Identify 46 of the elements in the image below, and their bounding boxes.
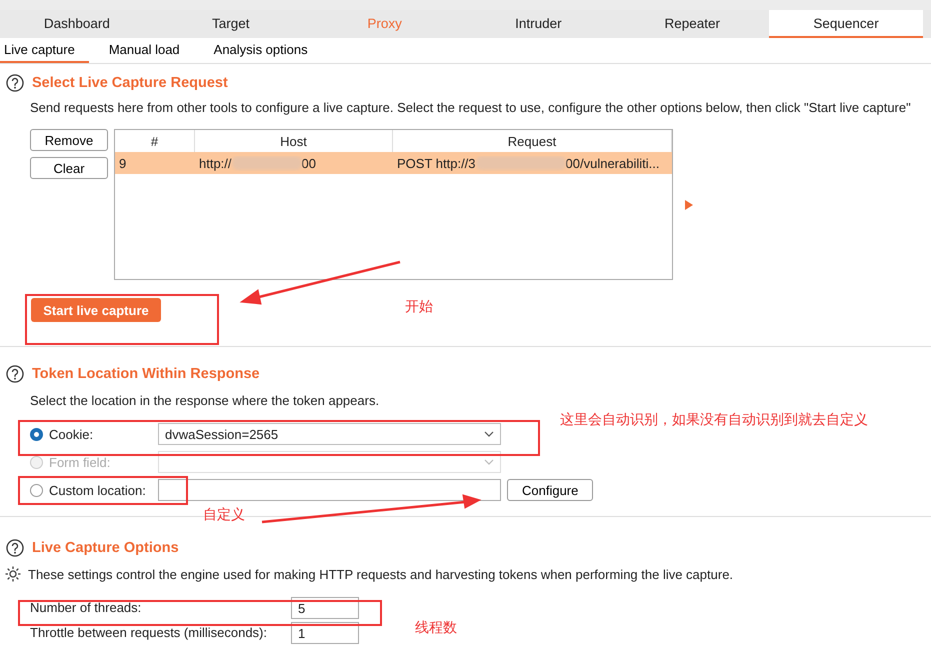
sub-tab[interactable]: Analysis options xyxy=(200,38,322,63)
main-tab[interactable]: Sequencer xyxy=(769,10,923,38)
main-tab[interactable]: Target xyxy=(154,10,308,38)
main-tab[interactable]: Repeater xyxy=(615,10,770,38)
main-tab[interactable]: Dashboard xyxy=(0,10,154,38)
section-title: Live Capture Options xyxy=(32,540,179,556)
section-title: Select Live Capture Request xyxy=(32,75,228,91)
table-cell: 00/vulnerabiliti... xyxy=(566,156,660,170)
annotation-text: 这里会自动识别，如果没有自动识别到就去自定义 xyxy=(560,411,868,429)
main-tab[interactable]: Intruder xyxy=(461,10,616,38)
chevron-down-icon xyxy=(484,459,494,465)
expand-arrow-icon[interactable] xyxy=(685,200,693,210)
field-label: Throttle between requests (milliseconds): xyxy=(30,625,268,640)
annotation-text: 开始 xyxy=(405,298,433,316)
section-description: Select the location in the response where the token appears. xyxy=(30,393,380,408)
table-cell: POST http://3 xyxy=(397,156,476,170)
gear-icon[interactable] xyxy=(4,565,22,583)
input-field[interactable] xyxy=(158,479,501,501)
section-title: Token Location Within Response xyxy=(32,366,260,382)
table-action-button[interactable]: Remove xyxy=(30,129,108,151)
sub-tab[interactable]: Manual load xyxy=(94,38,194,63)
table-action-button[interactable]: Clear xyxy=(30,157,108,179)
table-row[interactable]: 9 http:// 00 POST http://3 00/vulnerabiliti... xyxy=(115,152,672,174)
section-description: These settings control the engine used for making HTTP requests and harvesting tokens when performing the live capture. xyxy=(28,566,734,582)
table-cell-text: 9 xyxy=(118,156,128,170)
help-icon[interactable] xyxy=(6,74,24,92)
dropdown-field[interactable] xyxy=(158,451,501,473)
chevron-down-icon xyxy=(484,431,494,437)
field-label: Number of threads: xyxy=(30,600,142,615)
annotation-text: 线程数 xyxy=(415,619,457,637)
annotation-text: 自定义 xyxy=(203,506,245,524)
radio-button[interactable] xyxy=(30,484,43,496)
section-description: Send requests here from other tools to configure a live capture. Select the request to use, configure the other options below, then click "Start live capture" xyxy=(30,100,912,115)
radio-button[interactable] xyxy=(30,428,43,440)
option-label: Form field: xyxy=(49,454,110,470)
option-label: Cookie: xyxy=(49,426,94,442)
help-icon[interactable] xyxy=(6,365,24,383)
sub-tab[interactable]: Live capture xyxy=(0,38,89,63)
dropdown-field[interactable]: dvwaSession=2565 xyxy=(158,423,501,445)
configure-button[interactable]: Configure xyxy=(507,479,594,501)
option-label: Custom location: xyxy=(49,482,146,498)
input-field[interactable]: 1 xyxy=(291,622,359,644)
input-field[interactable]: 5 xyxy=(291,596,359,618)
table-cell: 00 xyxy=(302,156,316,170)
help-icon[interactable] xyxy=(6,539,24,557)
table-cell: http:// xyxy=(199,156,232,170)
